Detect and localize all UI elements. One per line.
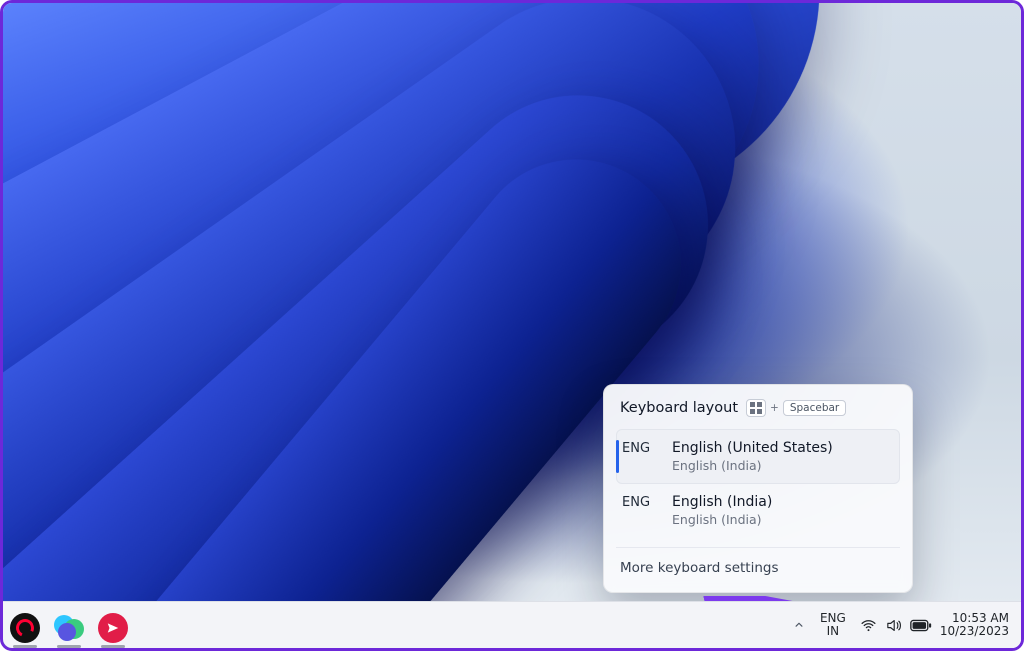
win-key-icon	[746, 399, 766, 417]
layout-primary-label: English (India)	[672, 494, 772, 510]
battery-icon	[910, 618, 932, 633]
taskbar-system-icons[interactable]	[860, 617, 932, 634]
send-icon	[98, 613, 128, 643]
layout-code: ENG	[622, 440, 658, 456]
clock-date-label: 10/23/2023	[940, 625, 1009, 638]
taskbar-overflow-chevron-icon[interactable]	[792, 618, 806, 632]
layout-code: ENG	[622, 494, 658, 510]
taskbar-app-copilot[interactable]	[53, 612, 85, 644]
opera-icon	[10, 613, 40, 643]
layout-primary-label: English (United States)	[672, 440, 833, 456]
spacebar-key-label: Spacebar	[783, 400, 846, 416]
copilot-icon	[54, 613, 84, 643]
keyboard-layout-flyout: Keyboard layout + Spacebar ENG English (…	[603, 384, 913, 593]
taskbar-app-opera[interactable]	[9, 612, 41, 644]
taskbar-app-send[interactable]	[97, 612, 129, 644]
layout-secondary-label: English (India)	[672, 512, 772, 527]
layout-option-en-in[interactable]: ENG English (India) English (India)	[616, 484, 900, 537]
flyout-title: Keyboard layout	[620, 400, 738, 416]
wifi-icon	[860, 617, 877, 634]
taskbar-clock[interactable]: 10:53 AM 10/23/2023	[940, 612, 1009, 638]
more-keyboard-settings-link[interactable]: More keyboard settings	[616, 554, 900, 584]
layout-option-en-us[interactable]: ENG English (United States) English (Ind…	[616, 429, 900, 484]
flyout-shortcut: + Spacebar	[746, 399, 846, 417]
plus-separator: +	[770, 402, 779, 414]
volume-icon	[885, 617, 902, 634]
flyout-divider	[616, 547, 900, 548]
language-region-label: IN	[820, 625, 846, 638]
layout-secondary-label: English (India)	[672, 458, 833, 473]
taskbar: ENG IN 10:53 AM	[3, 601, 1021, 648]
taskbar-language-indicator[interactable]: ENG IN	[814, 610, 852, 639]
